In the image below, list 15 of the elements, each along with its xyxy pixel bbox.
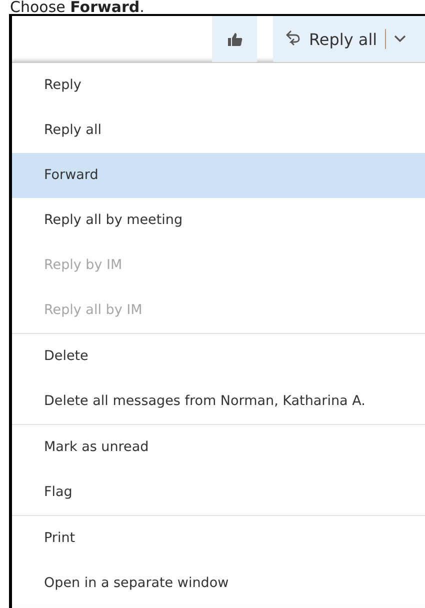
menu-item[interactable]: Flag [12,470,425,515]
thumbs-up-icon [226,32,242,46]
menu-item[interactable]: Delete all messages from Norman, Katharina A. [12,379,425,424]
menu-item[interactable]: Open in a separate window [12,561,425,606]
menu-item[interactable]: Print [12,516,425,561]
menu-item[interactable]: Reply all by meeting [12,198,425,243]
chevron-down-icon [394,35,406,43]
like-button[interactable] [212,16,257,62]
menu-item[interactable]: Forward [12,153,425,198]
instruction-text: Choose Forward. [9,0,146,14]
menu-item[interactable]: Delete [12,334,425,379]
reply-all-button[interactable]: Reply all [273,16,425,62]
menu-item[interactable]: Reply [12,63,425,108]
menu-item[interactable]: Reply all [12,108,425,153]
menu-item[interactable]: Mark as unread [12,425,425,470]
